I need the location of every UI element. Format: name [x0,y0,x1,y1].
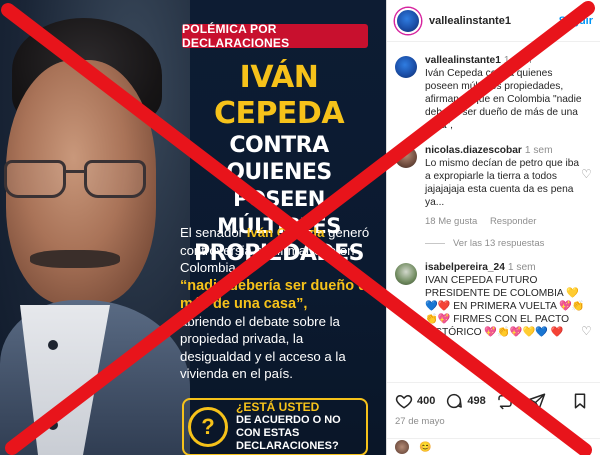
comment-item: isabelpereira_24 1 sem IVAN CEPEDA FUTURO… [395,261,593,339]
comments-list[interactable]: vallealinstante1 1 sem Iván Cepeda contra… [387,46,600,376]
emoji-icon[interactable]: 😊 [419,442,431,453]
current-user-avatar [395,440,409,454]
comment-item: nicolas.diazescobar 1 sem Lo mismo decían… [395,144,593,228]
author-username[interactable]: vallealinstante1 [429,15,511,27]
send-icon[interactable] [528,392,546,410]
repost-icon[interactable] [496,392,514,410]
reply-button[interactable]: Responder [490,216,536,227]
body-conclusion: abriendo el debate sobre la propiedad pr… [180,313,346,382]
repost-action[interactable] [496,392,518,410]
likes-count: 400 [417,394,436,407]
like-action[interactable]: 400 [395,392,435,410]
comment-username[interactable]: nicolas.diazescobar [425,145,522,156]
question-box: ? ¿ESTÁ USTED DE ACUERDO O NO CON ESTAS … [182,398,368,455]
author-avatar[interactable] [395,7,421,34]
post-date: 27 de mayo [395,416,445,427]
bookmark-icon[interactable] [571,392,589,410]
comment-username[interactable]: vallealinstante1 [425,55,501,66]
post-image: POLÉMICA POR DECLARACIONES IVÁN CEPEDA C… [0,0,386,455]
comment-likes[interactable]: 18 Me gusta [425,216,477,227]
comment-meta: 18 Me gusta Responder [425,215,585,228]
comment-text: Lo mismo decían de petro que iba a expro… [425,158,580,208]
post-actions-bar: 400 498 [387,382,600,418]
comment-username[interactable]: isabelpereira_24 [425,262,505,273]
body-name: Iván Cepeda [246,225,325,240]
body-quote: “nadie debería ser dueño de más de una c… [180,277,375,312]
headline-name: IVÁN CEPEDA [213,60,345,131]
topic-badge: POLÉMICA POR DECLARACIONES [182,22,368,50]
body-copy: El senador Iván Cepeda generó controvers… [180,224,376,383]
question-text: ¿ESTÁ USTED DE ACUERDO O NO CON ESTAS DE… [236,401,366,453]
comment-time: 1 sem [507,262,536,273]
comment-like-heart-icon[interactable]: ♡ [581,325,593,337]
commenter-avatar[interactable] [395,263,417,285]
follow-button[interactable]: Seguir [559,15,593,27]
commenter-avatar[interactable] [395,56,417,78]
comment-time: 1 sem [503,55,532,66]
senator-photo [0,0,190,455]
commenter-avatar[interactable] [395,146,417,168]
comment-bubble-icon[interactable] [445,392,463,410]
headline-panel: POLÉMICA POR DECLARACIONES IVÁN CEPEDA C… [180,18,378,455]
save-action[interactable] [571,392,593,410]
headline-line-1: CONTRA QUIENES [226,133,332,185]
question-line-2: DE ACUERDO O NO [236,414,341,426]
comments-count: 498 [467,394,486,407]
comment-action[interactable]: 498 [445,392,486,410]
add-comment-bar[interactable]: 😊 [387,438,600,455]
question-line-3: CON ESTAS DECLARACIONES? [236,427,339,452]
question-line-1: ¿ESTÁ USTED [236,400,320,414]
question-mark-icon: ? [188,407,228,447]
comment-text: Iván Cepeda contra quienes poseen múltip… [425,68,582,131]
instagram-panel: vallealinstante1 Seguir vallealinstante1… [386,0,600,455]
comment-time: 1 sem [524,145,553,156]
glasses-graphic [4,160,154,202]
comment-like-heart-icon[interactable]: ♡ [581,168,593,180]
heart-icon[interactable] [395,392,413,410]
view-replies-link[interactable]: Ver las 13 respuestas [425,238,593,249]
caption-comment: vallealinstante1 1 sem Iván Cepeda contra… [395,54,593,132]
post-header: vallealinstante1 Seguir [387,0,600,42]
body-intro: El senador [180,225,247,240]
share-action[interactable] [528,392,550,410]
comment-text: IVAN CEPEDA FUTURO PRESIDENTE DE COLOMBI… [425,275,585,338]
